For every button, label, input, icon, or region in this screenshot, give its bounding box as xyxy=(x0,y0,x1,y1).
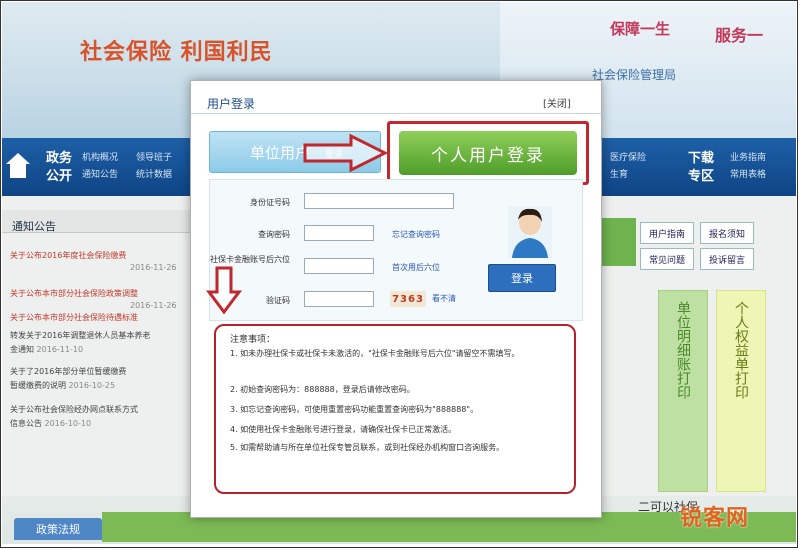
tab-personal-user[interactable]: 个人用户登录 xyxy=(399,131,577,175)
news-item[interactable]: 关于了2016年部分单位暂缓缴费 xyxy=(10,366,126,378)
news-item[interactable]: 金通知 2016-11-10 xyxy=(10,344,83,356)
password-label: 查询密码 xyxy=(258,230,290,239)
news-item[interactable]: 信息公告 2016-10-10 xyxy=(10,418,91,430)
personal-statement-print-card[interactable]: 个人权益单打印 xyxy=(716,290,766,492)
captcha-input[interactable] xyxy=(304,291,374,307)
nav-link[interactable]: 生育 xyxy=(610,167,628,184)
nav-link[interactable]: 统计数据 xyxy=(136,167,172,184)
note-item: 1. 如未办理社保卡或社保卡未激活的，"社保卡金融账号后六位"请留空不需填写。 xyxy=(230,349,520,358)
notice-title: 通知公告 xyxy=(12,220,56,233)
banner-slogan-tertiary: 服务一 xyxy=(715,26,764,45)
refresh-captcha-link[interactable]: 看不清 xyxy=(432,293,456,304)
arrow-right-icon xyxy=(303,133,389,173)
news-item[interactable]: 转发关于2016年调整退休人员基本养老 xyxy=(10,330,150,342)
password-input[interactable] xyxy=(304,225,374,241)
brand-logo: 锐客网 xyxy=(680,506,750,531)
banner-slogan-secondary: 保障一生 xyxy=(610,20,671,38)
first-use-link[interactable]: 首次用后六位 xyxy=(392,262,440,273)
dialog-divider xyxy=(191,113,601,114)
close-button[interactable]: [关闭] xyxy=(543,95,571,110)
nav-link[interactable]: 医疗保险 xyxy=(610,150,646,167)
news-item[interactable]: 关于公布本市部分社会保险政策调整 xyxy=(10,288,138,300)
id-number-label: 身份证号码 xyxy=(250,198,290,207)
user-avatar-icon xyxy=(508,206,552,258)
login-button[interactable]: 登录 xyxy=(488,264,556,292)
news-item[interactable]: 关于公布本市部分社会保险待遇标准 xyxy=(10,312,138,324)
news-item[interactable]: 关于公布2016年度社会保险缴费 xyxy=(10,250,126,262)
home-icon[interactable] xyxy=(4,148,32,184)
faq-button[interactable]: 常见问题 xyxy=(640,248,694,270)
captcha-image[interactable]: 7363 xyxy=(390,291,426,307)
note-item: 5. 如需帮助请与所在单位社保专管员联系，或到社保经办机构窗口咨询服务。 xyxy=(230,443,505,452)
forgot-password-link[interactable]: 忘记查询密码 xyxy=(392,229,440,240)
news-item[interactable]: 暂缓缴费的说明 2016-10-25 xyxy=(10,380,115,392)
notes-title: 注意事项： xyxy=(230,335,276,345)
footer-tab-policy[interactable]: 政策法规 xyxy=(14,518,102,540)
nav-link[interactable]: 通知公告 xyxy=(82,167,118,184)
news-date: 2016-11-26 xyxy=(130,301,177,310)
user-guide-button[interactable]: 用户指南 xyxy=(640,222,694,244)
unit-statement-print-card[interactable]: 单位明细账打印 xyxy=(658,290,708,492)
dialog-title: 用户登录 xyxy=(207,97,256,111)
registration-button[interactable]: 报名须知 xyxy=(700,222,754,244)
promo-panel xyxy=(596,218,636,266)
arrow-down-icon xyxy=(206,266,242,315)
note-item: 4. 如使用社保卡金融账号进行登录，请确保社保卡已正常激活。 xyxy=(230,425,457,434)
nav-link[interactable]: 常用表格 xyxy=(730,167,766,184)
site-slogan: 社会保险 利国利民 xyxy=(80,40,273,65)
card-digits-label: 社保卡金融账号后六位 xyxy=(210,255,290,264)
news-item[interactable]: 关于公布社会保险经办网点联系方式 xyxy=(10,404,138,416)
banner-subtitle: 社会保险管理局 xyxy=(592,68,677,82)
note-item: 2. 初始查询密码为：888888，登录后请修改密码。 xyxy=(230,385,415,394)
news-date: 2016-11-26 xyxy=(130,263,177,272)
note-item: 3. 如忘记查询密码，可使用重置密码功能重置查询密码为"888888"。 xyxy=(230,405,479,414)
nav-category-download[interactable]: 下载 专区 xyxy=(688,150,714,186)
card-digits-input[interactable] xyxy=(304,258,374,274)
id-number-input[interactable] xyxy=(304,193,454,209)
nav-link[interactable]: 机构概况 xyxy=(82,150,118,167)
nav-link[interactable]: 业务指南 xyxy=(730,150,766,167)
feedback-button[interactable]: 投诉留言 xyxy=(700,248,754,270)
nav-link[interactable]: 领导班子 xyxy=(136,150,172,167)
nav-category-gov[interactable]: 政务 公开 xyxy=(46,150,72,186)
